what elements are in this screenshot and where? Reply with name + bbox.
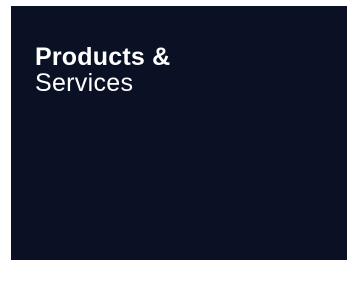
tile-heading: Products & Services (35, 44, 170, 97)
tile-heading-line1: Products & (35, 43, 171, 71)
tile-heading-line2: Services (35, 69, 134, 98)
products-services-tile[interactable]: Products & Services (11, 6, 347, 260)
